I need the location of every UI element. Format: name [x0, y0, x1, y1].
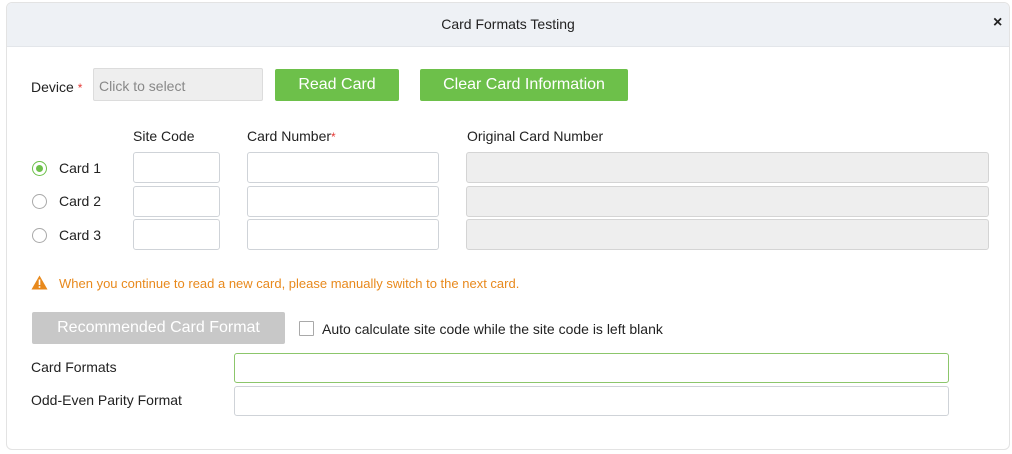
- card-formats-input[interactable]: [234, 353, 949, 383]
- card-2-radio[interactable]: [32, 194, 47, 209]
- card-formats-testing-dialog: Card Formats Testing × Device * Click to…: [6, 2, 1010, 450]
- card-3-card-number-input[interactable]: [247, 219, 439, 250]
- required-marker: *: [77, 81, 83, 95]
- parity-format-label: Odd-Even Parity Format: [31, 392, 182, 408]
- device-label: Device *: [31, 79, 82, 95]
- close-icon[interactable]: ×: [993, 13, 1009, 33]
- card-3-radio[interactable]: [32, 228, 47, 243]
- card-1-label: Card 1: [59, 160, 102, 176]
- recommended-card-format-button[interactable]: Recommended Card Format: [32, 312, 285, 344]
- site-code-header: Site Code: [133, 128, 195, 144]
- warning-message: When you continue to read a new card, pl…: [59, 276, 520, 291]
- auto-calculate-label: Auto calculate site code while the site …: [322, 321, 663, 337]
- card-1-card-number-input[interactable]: [247, 152, 439, 183]
- card-2-card-number-input[interactable]: [247, 186, 439, 217]
- card-3-original-card-number-field: [466, 219, 989, 250]
- auto-calculate-checkbox[interactable]: [299, 321, 314, 336]
- card-number-header: Card Number*: [247, 128, 336, 144]
- clear-card-information-button[interactable]: Clear Card Information: [420, 69, 628, 101]
- device-label-text: Device: [31, 79, 74, 95]
- card-2-original-card-number-field: [466, 186, 989, 217]
- card-number-header-text: Card Number: [247, 128, 332, 144]
- card-2-site-code-input[interactable]: [133, 186, 220, 217]
- dialog-title: Card Formats Testing: [441, 16, 575, 32]
- read-card-button[interactable]: Read Card: [275, 69, 399, 101]
- card-formats-label: Card Formats: [31, 359, 117, 375]
- original-card-number-header: Original Card Number: [467, 128, 604, 144]
- required-marker: *: [331, 130, 336, 144]
- parity-format-input[interactable]: [234, 386, 949, 416]
- card-1-radio[interactable]: [32, 161, 47, 176]
- card-1-original-card-number-field: [466, 152, 989, 183]
- dialog-titlebar: Card Formats Testing ×: [7, 3, 1009, 47]
- warning-triangle-icon: [31, 275, 48, 290]
- card-3-site-code-input[interactable]: [133, 219, 220, 250]
- card-3-label: Card 3: [59, 227, 102, 243]
- card-1-site-code-input[interactable]: [133, 152, 220, 183]
- card-2-label: Card 2: [59, 193, 102, 209]
- device-select[interactable]: Click to select: [93, 68, 263, 101]
